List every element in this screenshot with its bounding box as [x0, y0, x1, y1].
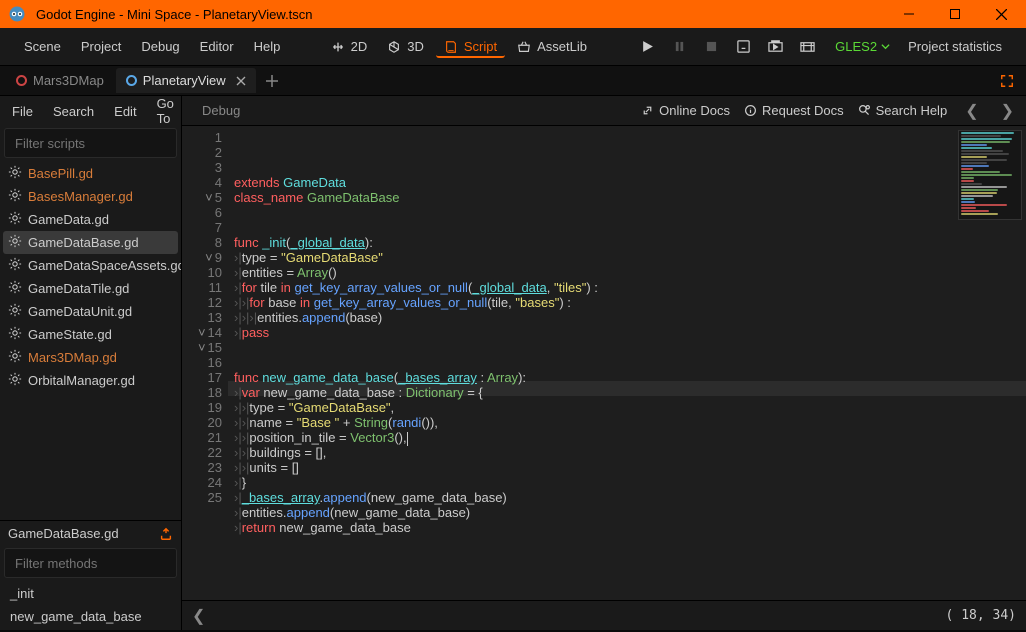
script-list[interactable]: BasePill.gdBasesManager.gdGameData.gdGam…: [0, 160, 181, 520]
renderer-selector[interactable]: GLES2: [835, 39, 890, 54]
menu-editor[interactable]: Editor: [190, 35, 244, 58]
method-list[interactable]: _initnew_game_data_base: [0, 580, 181, 630]
script-item[interactable]: BasePill.gd: [0, 162, 181, 185]
stop-button[interactable]: [699, 35, 723, 59]
menu-scene[interactable]: Scene: [14, 35, 71, 58]
godot-logo-icon: [6, 3, 28, 25]
distraction-free-icon[interactable]: [994, 70, 1020, 92]
script-sidebar: File Search Edit Go To BasePill.gdBasesM…: [0, 96, 182, 630]
project-statistics-button[interactable]: Project statistics: [898, 39, 1012, 54]
code-area: 1234˅5678˅910111213˅14˅15161718192021222…: [182, 126, 1026, 600]
current-script-label: GameDataBase.gd: [8, 526, 119, 541]
script-item[interactable]: OrbitalManager.gd: [0, 369, 181, 392]
gear-icon: [8, 349, 22, 366]
menu-help[interactable]: Help: [244, 35, 291, 58]
editor-toolbar: Debug Online Docs Request Docs Search He…: [182, 96, 1026, 126]
gear-icon: [8, 257, 22, 274]
sb-search[interactable]: Search: [43, 100, 104, 123]
mode-script-button[interactable]: Script: [436, 35, 505, 58]
minimap[interactable]: [958, 130, 1022, 220]
cube-icon: [387, 40, 401, 54]
gear-icon: [8, 234, 22, 251]
debug-menu[interactable]: Debug: [202, 103, 240, 118]
mode-3d-button[interactable]: 3D: [379, 35, 432, 58]
workspace: File Search Edit Go To BasePill.gdBasesM…: [0, 96, 1026, 630]
arrows-icon: [331, 40, 345, 54]
mode-2d-button[interactable]: 2D: [323, 35, 376, 58]
chevron-down-icon: [881, 42, 890, 51]
code-editor[interactable]: extends GameDataclass_name GameDataBasef…: [228, 126, 1026, 600]
request-docs-button[interactable]: Request Docs: [744, 103, 844, 118]
menubar: Scene Project Debug Editor Help 2D 3D Sc…: [0, 28, 1026, 66]
play-custom-scene-button[interactable]: [763, 35, 787, 59]
mode-assetlib-button[interactable]: AssetLib: [509, 35, 595, 58]
script-item[interactable]: GameDataUnit.gd: [0, 300, 181, 323]
close-button[interactable]: [978, 0, 1024, 28]
titlebar: Godot Engine - Mini Space - PlanetaryVie…: [0, 0, 1026, 28]
scene-node-icon: [126, 75, 137, 86]
current-script-row: GameDataBase.gd: [0, 520, 181, 546]
nav-forward-button[interactable]: ❯: [997, 101, 1018, 121]
gear-icon: [8, 280, 22, 297]
gear-icon: [8, 165, 22, 182]
method-item[interactable]: new_game_data_base: [0, 605, 181, 628]
play-scene-button[interactable]: [731, 35, 755, 59]
filter-methods-row: [4, 548, 177, 578]
nav-back-button[interactable]: ❮: [961, 101, 982, 121]
sb-file[interactable]: File: [2, 100, 43, 123]
tab-mars3dmap[interactable]: Mars3DMap: [6, 68, 114, 93]
menu-project[interactable]: Project: [71, 35, 131, 58]
script-item[interactable]: GameDataSpaceAssets.gd: [0, 254, 181, 277]
script-item[interactable]: GameData.gd: [0, 208, 181, 231]
gear-icon: [8, 372, 22, 389]
sb-edit[interactable]: Edit: [104, 100, 146, 123]
tab-planetaryview[interactable]: PlanetaryView: [116, 68, 256, 93]
add-tab-button[interactable]: [258, 71, 286, 91]
line-gutter[interactable]: 1234˅5678˅910111213˅14˅15161718192021222…: [182, 126, 228, 600]
scene-node-icon: [16, 75, 27, 86]
filter-methods-input[interactable]: [15, 556, 191, 571]
gear-icon: [8, 303, 22, 320]
filter-scripts-input[interactable]: [15, 136, 191, 151]
script-item[interactable]: BasesManager.gd: [0, 185, 181, 208]
maximize-button[interactable]: [932, 0, 978, 28]
script-item[interactable]: GameState.gd: [0, 323, 181, 346]
basket-icon: [517, 40, 531, 54]
menu-debug[interactable]: Debug: [131, 35, 189, 58]
statusbar: ❮ ( 18, 34): [182, 600, 1026, 630]
gear-icon: [8, 326, 22, 343]
script-editor-menu: File Search Edit Go To: [0, 96, 181, 126]
online-docs-button[interactable]: Online Docs: [641, 103, 730, 118]
search-help-button[interactable]: Search Help: [858, 103, 948, 118]
info-icon: [744, 104, 757, 117]
editor-area: Debug Online Docs Request Docs Search He…: [182, 96, 1026, 630]
movie-button[interactable]: [795, 35, 819, 59]
play-button[interactable]: [635, 35, 659, 59]
sb-goto[interactable]: Go To: [147, 92, 184, 130]
link-icon: [641, 104, 654, 117]
method-item[interactable]: _init: [0, 582, 181, 605]
cursor-position: ( 18, 34): [946, 608, 1016, 623]
script-item[interactable]: Mars3DMap.gd: [0, 346, 181, 369]
close-tab-icon[interactable]: [236, 76, 246, 86]
back-button[interactable]: ❮: [192, 606, 205, 626]
minimize-button[interactable]: [886, 0, 932, 28]
script-item[interactable]: GameDataTile.gd: [0, 277, 181, 300]
gear-icon: [8, 211, 22, 228]
pause-button[interactable]: [667, 35, 691, 59]
script-item[interactable]: GameDataBase.gd: [3, 231, 178, 254]
gear-icon: [8, 188, 22, 205]
window-title: Godot Engine - Mini Space - PlanetaryVie…: [32, 7, 886, 22]
script-icon: [444, 40, 458, 54]
override-icon[interactable]: [159, 527, 173, 541]
filter-scripts-row: [4, 128, 177, 158]
search-help-icon: [858, 104, 871, 117]
